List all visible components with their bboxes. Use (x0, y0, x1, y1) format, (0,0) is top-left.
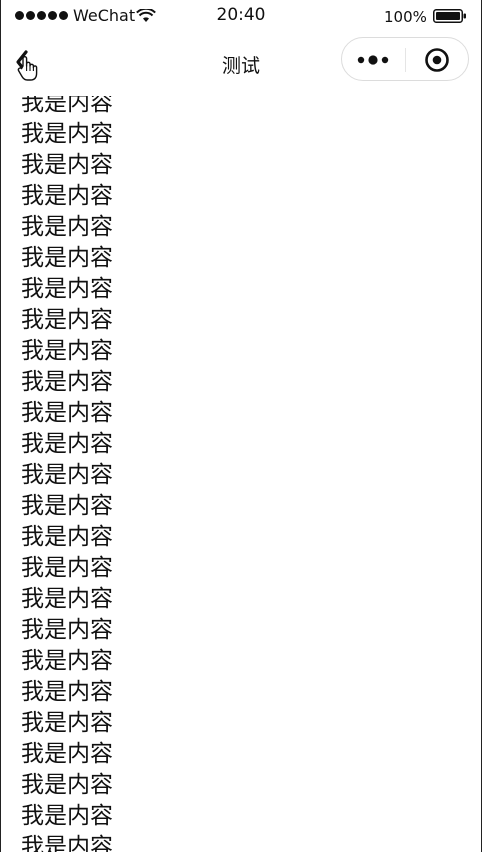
scroll-content[interactable]: 我是内容 我是内容 我是内容 我是内容 我是内容 我是内容 我是内容 我是内容 … (1, 96, 481, 852)
content-list: 我是内容 我是内容 我是内容 我是内容 我是内容 我是内容 我是内容 我是内容 … (21, 96, 113, 852)
more-button[interactable] (354, 48, 394, 72)
list-item: 我是内容 (21, 121, 113, 147)
list-item: 我是内容 (21, 524, 113, 550)
list-item: 我是内容 (21, 834, 113, 852)
list-item: 我是内容 (21, 586, 113, 612)
list-item: 我是内容 (21, 648, 113, 674)
list-item: 我是内容 (21, 400, 113, 426)
list-item: 我是内容 (21, 96, 113, 116)
list-item: 我是内容 (21, 772, 113, 798)
list-item: 我是内容 (21, 741, 113, 767)
list-item: 我是内容 (21, 369, 113, 395)
battery-percent: 100% (384, 8, 427, 26)
list-item: 我是内容 (21, 679, 113, 705)
menu-capsule (341, 37, 469, 81)
navigation-bar: 测试 (1, 32, 481, 96)
list-item: 我是内容 (21, 462, 113, 488)
status-bar: WeChat 20:40 100% (1, 0, 481, 32)
phone-screen: WeChat 20:40 100% 测试 我是内容 我是内容 我是内容 我是内容… (0, 0, 482, 852)
list-item: 我是内容 (21, 245, 113, 271)
list-item: 我是内容 (21, 431, 113, 457)
more-dots-icon (357, 55, 389, 65)
list-item: 我是内容 (21, 338, 113, 364)
list-item: 我是内容 (21, 276, 113, 302)
list-item: 我是内容 (21, 152, 113, 178)
capsule-divider (405, 48, 406, 72)
list-item: 我是内容 (21, 803, 113, 829)
list-item: 我是内容 (21, 555, 113, 581)
list-item: 我是内容 (21, 493, 113, 519)
battery-icon (433, 9, 466, 23)
list-item: 我是内容 (21, 617, 113, 643)
list-item: 我是内容 (21, 307, 113, 333)
list-item: 我是内容 (21, 183, 113, 209)
close-miniprogram-button[interactable] (424, 47, 450, 73)
target-circle-icon (425, 48, 449, 72)
list-item: 我是内容 (21, 710, 113, 736)
list-item: 我是内容 (21, 214, 113, 240)
